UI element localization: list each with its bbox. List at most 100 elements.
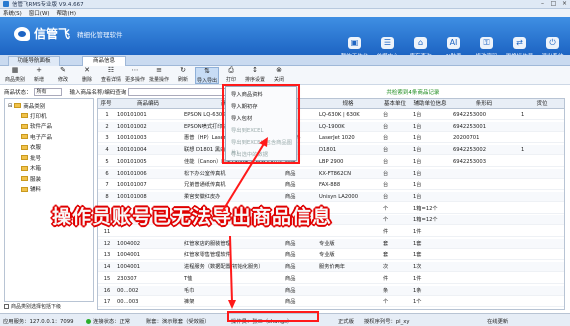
table-row[interactable]: 5 100101005 佳能（Canon）LBP2900+ 黑白激光打印机 商品 LBP… xyxy=(98,157,564,167)
table-cell: 6942253000 xyxy=(453,112,487,118)
tree-item[interactable]: 辅料 xyxy=(21,185,41,194)
table-cell: 商品 xyxy=(285,252,296,259)
table-cell xyxy=(521,297,564,307)
column-header[interactable]: 货位 xyxy=(519,99,564,109)
table-cell: 台 xyxy=(383,158,389,165)
tree-item[interactable]: 电子产品 xyxy=(21,132,52,141)
folder-icon xyxy=(21,165,28,171)
menu-help[interactable]: 帮助(H) xyxy=(57,9,76,17)
table-cell: 1次 xyxy=(413,264,422,271)
table-cell: 100101003 xyxy=(117,135,147,142)
table-cell xyxy=(521,227,564,237)
tab-product-info[interactable]: 商品信息 xyxy=(82,56,126,66)
tree-item[interactable]: 软件产品 xyxy=(21,122,52,131)
tab-function-nav[interactable]: 功能导航面板 xyxy=(8,56,60,66)
table-cell: 1箱=12个 xyxy=(413,217,438,224)
column-header[interactable]: 基本单位 xyxy=(381,99,409,109)
include-sub-checkbox[interactable] xyxy=(4,304,9,309)
tree-item[interactable]: 服装 xyxy=(21,174,41,183)
toolbar-sort-button[interactable]: ↕ 排序设置 xyxy=(243,67,267,84)
tree-item-label: 辅料 xyxy=(30,187,42,193)
toolbar-edit-button[interactable]: ✎ 修改 xyxy=(51,67,75,84)
edit-icon: ✎ xyxy=(60,66,66,74)
table-cell xyxy=(521,169,564,179)
tree-root[interactable]: ⊟ 商品类别 xyxy=(8,101,45,110)
tree-item[interactable]: 木箱 xyxy=(21,164,41,173)
close-window-icon[interactable]: × xyxy=(559,0,570,8)
table-cell: 个 xyxy=(383,299,389,306)
table-cell: 14 xyxy=(103,264,111,271)
toolbar-add-button[interactable]: + 新增 xyxy=(27,67,51,84)
toolbar-batch-button[interactable]: ≡ 批量操作 xyxy=(147,67,171,84)
table-row[interactable]: 17 00...003 裤架 商品 个 1个 xyxy=(98,297,564,308)
tree-item[interactable]: 批号 xyxy=(21,153,41,162)
toolbar-import-export-button[interactable]: ⇅ 导入导出 xyxy=(195,67,219,84)
connection-status: 连接状态：正常 xyxy=(93,319,131,325)
table-row[interactable]: 3100101003惠普（HP）LaserJet 1020原材料LaserJet… xyxy=(98,133,564,144)
column-header[interactable]: 规格 xyxy=(317,99,379,109)
minimize-icon[interactable]: – xyxy=(537,0,548,8)
table-cell: 商品 xyxy=(285,170,296,177)
table-cell: 00...002 xyxy=(117,287,139,294)
toolbar-label: 商品类别 xyxy=(4,77,25,83)
table-cell: 6942253002 xyxy=(453,147,487,154)
online-update-link[interactable]: 在线更新 xyxy=(487,317,508,325)
table-row[interactable]: 12 1004002 红管家店的服装管理 商品 专业版 套 1套 xyxy=(98,238,564,249)
highlight-box-menu xyxy=(222,84,300,164)
window-controls: – □ × xyxy=(537,0,570,8)
menu-system[interactable]: 系统(S) xyxy=(3,9,22,17)
table-row[interactable]: 15 230307 T恤 商品 件 1件 xyxy=(98,274,564,284)
tree-item-label: 打印机 xyxy=(30,113,47,120)
maximize-icon[interactable]: □ xyxy=(548,0,559,8)
table-cell: 1台 xyxy=(413,170,422,177)
column-header[interactable]: 商品编码 xyxy=(115,99,181,109)
toolbar-more-button[interactable]: ⋯ 更多操作 xyxy=(123,67,147,84)
table-cell: 1件 xyxy=(413,229,422,235)
table-row[interactable]: 16 00...002 毛巾 商品 条 1条 xyxy=(98,285,564,296)
table-cell xyxy=(453,180,517,190)
table-row[interactable]: 1100101001EPSON LQ-630K 打印机商品LQ-630K | 6… xyxy=(98,110,564,120)
folder-icon xyxy=(21,155,28,160)
table-row[interactable]: 8 100101008 柔宫安徽红皮办 商品 Unisyn LA2000 台 1台 xyxy=(98,191,564,202)
table-cell: 1台 xyxy=(413,112,422,118)
toolbar-close-button[interactable]: ⊗ 关闭 xyxy=(267,67,291,84)
column-header[interactable]: 序号 xyxy=(98,99,114,109)
tree-item[interactable]: 打印机 xyxy=(21,111,47,120)
table-row[interactable]: 4100101004联想 D1801 黑白激光商品D1801台1台6942253… xyxy=(98,145,564,156)
toolbar-category-button[interactable]: ▦ 商品类别 xyxy=(3,67,27,84)
column-header[interactable]: 辅助单位信息 xyxy=(411,99,449,109)
table-cell xyxy=(521,262,564,272)
toolbar-delete-button[interactable]: ✕ 删除 xyxy=(75,67,99,84)
status-select[interactable]: 所有 xyxy=(33,87,62,96)
table-cell: 1套 xyxy=(413,240,422,247)
toolbar-print-button[interactable]: ⎙ 打印 xyxy=(219,67,243,84)
tree-item[interactable]: 衣服 xyxy=(21,143,41,152)
folder-icon xyxy=(14,103,22,108)
search-hint: 输入商品名称/编码查询 xyxy=(69,89,127,96)
menu-window[interactable]: 窗口(W) xyxy=(29,9,50,17)
table-cell: 1套 xyxy=(413,252,422,259)
table-row[interactable]: 7 100101007 兄弟普通纸传真机 商品 FAX-888 台 1台 xyxy=(98,180,564,191)
column-header[interactable]: 条形码 xyxy=(451,99,517,109)
table-row[interactable]: 13 1004001 红管家零售管理软件 商品 专业版 套 1套 xyxy=(98,250,564,261)
table-row[interactable]: 2100101002EPSON喷式打印机商品LQ-1900K台1台6942253… xyxy=(98,121,564,132)
tree-item-label: 批号 xyxy=(30,155,42,162)
table-cell xyxy=(319,286,379,296)
import-export-icon: ⇅ xyxy=(204,67,210,75)
table-cell: 台 xyxy=(383,170,389,177)
toolbar-label: 新增 xyxy=(33,77,44,83)
table-cell: 15 xyxy=(103,275,111,282)
table-cell: 3 xyxy=(105,135,109,142)
table-row[interactable]: 6 100101006 松下办公室传真机 商品 KX-FT862CN 台 1台 xyxy=(98,168,564,179)
table-cell: KX-FT862CN xyxy=(319,170,352,177)
brand-slogan: 精细化管理软件 xyxy=(77,30,123,39)
refresh-icon: ↻ xyxy=(180,66,186,74)
table-cell: 6 xyxy=(105,170,109,177)
table-row[interactable]: 14 1004001 进程服务（数据配置/初始化服务） 商品 服务价两年 次 1次 xyxy=(98,262,564,273)
collapse-icon[interactable]: ⊟ xyxy=(8,103,12,109)
tree-item-label: 衣服 xyxy=(30,145,42,151)
table-cell xyxy=(453,239,517,249)
toolbar-refresh-button[interactable]: ↻ 刷新 xyxy=(171,67,195,84)
table-cell: 个 xyxy=(383,205,389,212)
toolbar-detail-button[interactable]: ☷ 查看详情 xyxy=(99,67,123,84)
